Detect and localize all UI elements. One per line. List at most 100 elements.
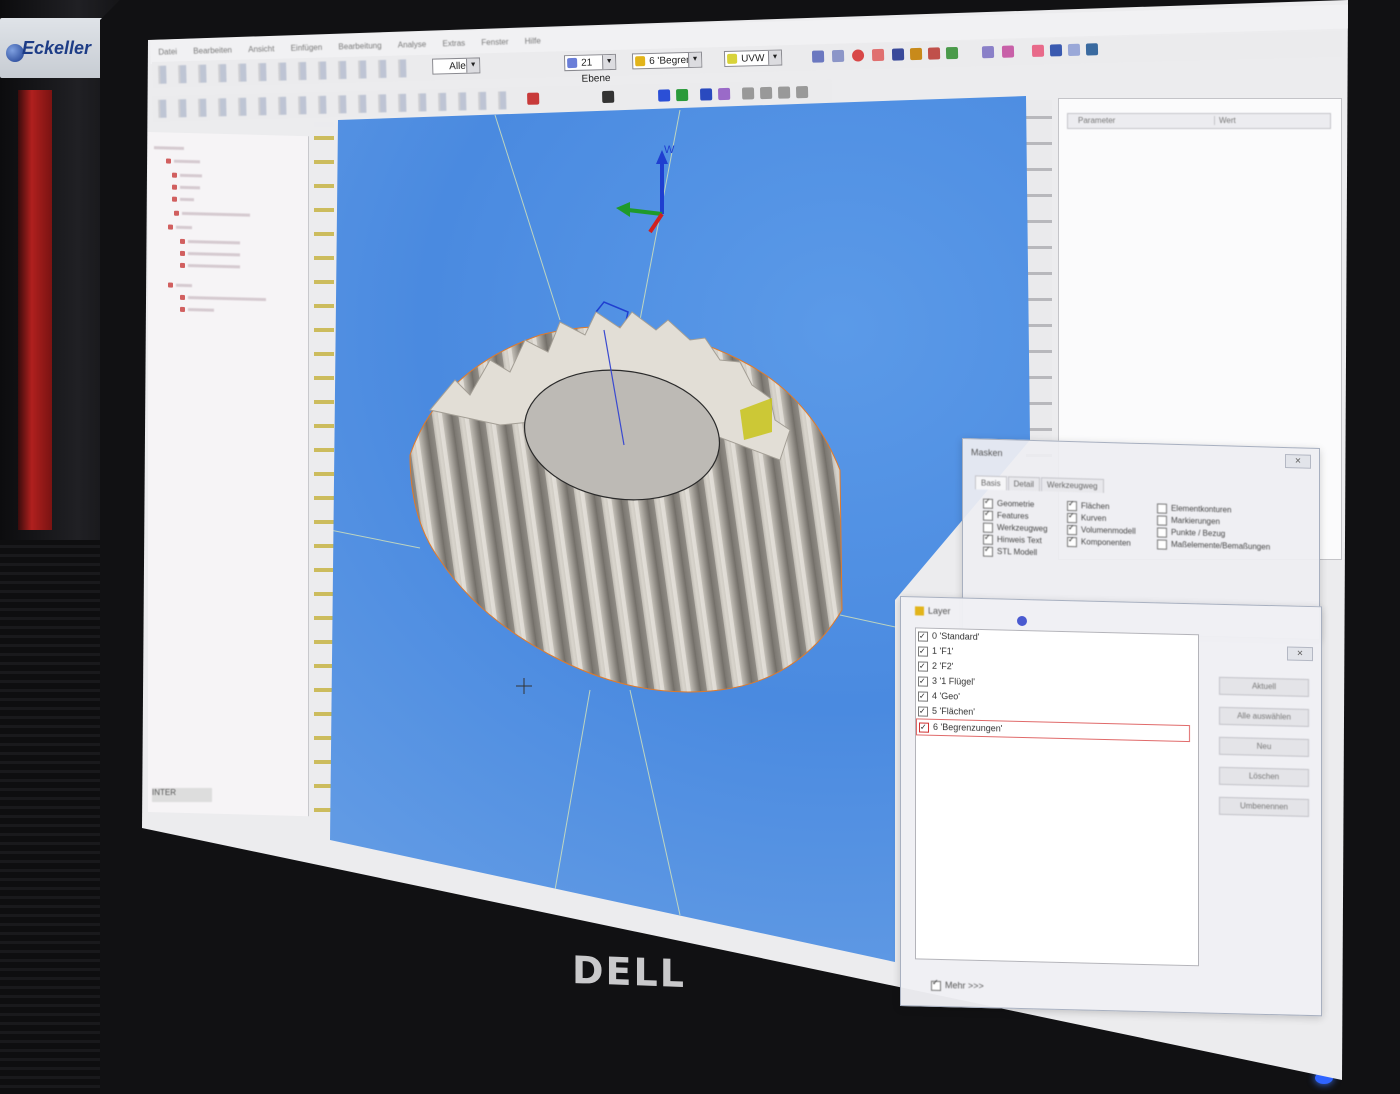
checkbox[interactable] (983, 546, 993, 557)
hand-tool-icon[interactable] (759, 86, 773, 100)
plane-combo[interactable]: 21 Ebene *▼ (563, 53, 617, 101)
toolbar-icons[interactable] (152, 59, 413, 84)
checkbox[interactable] (1157, 503, 1167, 514)
delete-button[interactable]: Löschen (1219, 766, 1309, 787)
mask-checkbox-row[interactable]: STL Modell (983, 546, 1048, 560)
status-text: INTER (152, 788, 212, 802)
tree-item[interactable] (188, 264, 240, 269)
shade-icon[interactable] (1001, 45, 1015, 58)
checkbox[interactable] (918, 646, 928, 657)
hand-tool-icon[interactable] (777, 86, 791, 99)
pen-icon[interactable] (527, 92, 540, 105)
tree-node-icon (180, 306, 185, 312)
wall-sticker: Eckeller (0, 18, 108, 78)
hand-tool-icon[interactable] (741, 87, 755, 100)
window-icon[interactable] (981, 45, 995, 59)
tree-item[interactable] (182, 211, 250, 217)
sphere-icon[interactable] (891, 48, 905, 61)
solid-icon[interactable] (699, 88, 713, 101)
checkbox[interactable] (1067, 536, 1077, 548)
tree-node-icon (174, 210, 179, 216)
tree-item[interactable] (188, 296, 266, 302)
checkbox[interactable] (983, 510, 993, 521)
column-header[interactable]: Wert (1214, 116, 1236, 125)
tab-detail[interactable]: Detail (1007, 476, 1041, 492)
chevron-down-icon[interactable]: ▼ (601, 54, 616, 70)
layer-status-icon[interactable] (1017, 615, 1027, 627)
measure-icon[interactable] (831, 49, 845, 63)
tree-node-icon (180, 294, 185, 300)
right-toolstrip[interactable] (1026, 100, 1052, 460)
layer-combo[interactable]: 6 'Begrenz ▼ (631, 51, 703, 70)
rename-button[interactable]: Umbenennen (1219, 796, 1309, 817)
view-icon[interactable] (1049, 44, 1063, 57)
menu-item[interactable]: Fenster (481, 37, 508, 47)
menu-item[interactable]: Hilfe (525, 36, 541, 45)
select-all-button[interactable]: Alle auswählen (1219, 706, 1309, 727)
checkbox[interactable] (918, 676, 928, 687)
tree-item[interactable] (188, 308, 214, 312)
menu-item[interactable]: Extras (442, 39, 465, 49)
chevron-down-icon[interactable]: ▼ (687, 52, 702, 67)
tree-item[interactable] (180, 185, 200, 190)
mask-column-2: Flächen Kurven Volumenmodell Komponenten (1067, 500, 1136, 550)
point-icon[interactable] (871, 48, 885, 62)
toolbar-icons[interactable] (152, 91, 513, 118)
new-button[interactable]: Neu (1219, 736, 1309, 757)
tree-item[interactable] (174, 159, 200, 164)
cube-green-icon[interactable] (675, 88, 689, 102)
chevron-down-icon[interactable]: ▼ (466, 58, 480, 73)
checkbox[interactable] (1157, 539, 1167, 550)
tree-item[interactable] (176, 283, 192, 288)
tree-item[interactable] (176, 225, 192, 230)
tree-item[interactable] (180, 173, 202, 178)
checkbox[interactable] (918, 631, 928, 642)
v-axis-arrow-icon (616, 202, 630, 217)
checkbox[interactable] (931, 980, 941, 991)
mask-checkbox-row[interactable]: Komponenten (1067, 536, 1136, 550)
vertical-toolstrip[interactable] (314, 122, 334, 832)
arrow-icon[interactable] (945, 46, 959, 60)
menu-item[interactable]: Bearbeiten (193, 46, 232, 56)
grid-icon[interactable] (811, 50, 825, 63)
checkbox[interactable] (918, 706, 928, 717)
tool-icon[interactable] (927, 47, 941, 60)
zoom-combo[interactable]: Alle ▼ (432, 57, 481, 75)
grid-view-icon[interactable] (1067, 43, 1081, 57)
menu-item[interactable]: Ansicht (248, 44, 274, 54)
checkbox[interactable] (1157, 527, 1167, 538)
menu-item[interactable]: Datei (158, 47, 177, 57)
render-icon[interactable] (1085, 43, 1099, 56)
pin-icon[interactable] (1031, 44, 1045, 57)
mask-checkbox-row[interactable]: Maßelemente/Bemaßungen (1157, 538, 1270, 553)
hand-icon[interactable] (909, 47, 923, 61)
tree-item[interactable] (188, 240, 240, 245)
hand-tool-icon[interactable] (795, 85, 809, 99)
coord-combo[interactable]: UVW ▼ (723, 49, 783, 68)
menu-item[interactable]: Einfügen (291, 43, 323, 53)
checkbox[interactable] (1157, 515, 1167, 526)
shaded-icon[interactable] (717, 87, 731, 101)
tree-item[interactable] (188, 252, 240, 257)
tab-werkzeugweg[interactable]: Werkzeugweg (1041, 477, 1104, 493)
layer-list[interactable]: 0 'Standard' 1 'F1' 2 'F2' 3 '1 Flügel' … (915, 627, 1199, 967)
column-header[interactable]: Parameter (1078, 116, 1115, 125)
close-icon[interactable]: ✕ (1285, 454, 1311, 469)
checkbox[interactable] (918, 691, 928, 702)
axis-triad[interactable]: W (616, 144, 675, 234)
cube-blue-icon[interactable] (657, 89, 671, 102)
chevron-down-icon[interactable]: ▼ (767, 50, 782, 65)
menu-item[interactable]: Analyse (398, 40, 427, 50)
more-toggle[interactable]: Mehr >>> (931, 980, 984, 992)
tree-item[interactable] (180, 197, 194, 202)
bevel-gear-model[interactable] (409, 311, 843, 693)
tab-basis[interactable]: Basis (975, 475, 1007, 491)
close-icon[interactable]: ✕ (1287, 646, 1313, 662)
checkbox[interactable] (919, 722, 929, 733)
tree-item[interactable] (154, 146, 184, 150)
menu-item[interactable]: Bearbeitung (338, 41, 381, 51)
checkbox[interactable] (918, 661, 928, 672)
aktuell-button[interactable]: Aktuell (1219, 676, 1309, 697)
target-icon[interactable] (851, 49, 865, 62)
cube-dark-icon[interactable] (602, 90, 615, 104)
